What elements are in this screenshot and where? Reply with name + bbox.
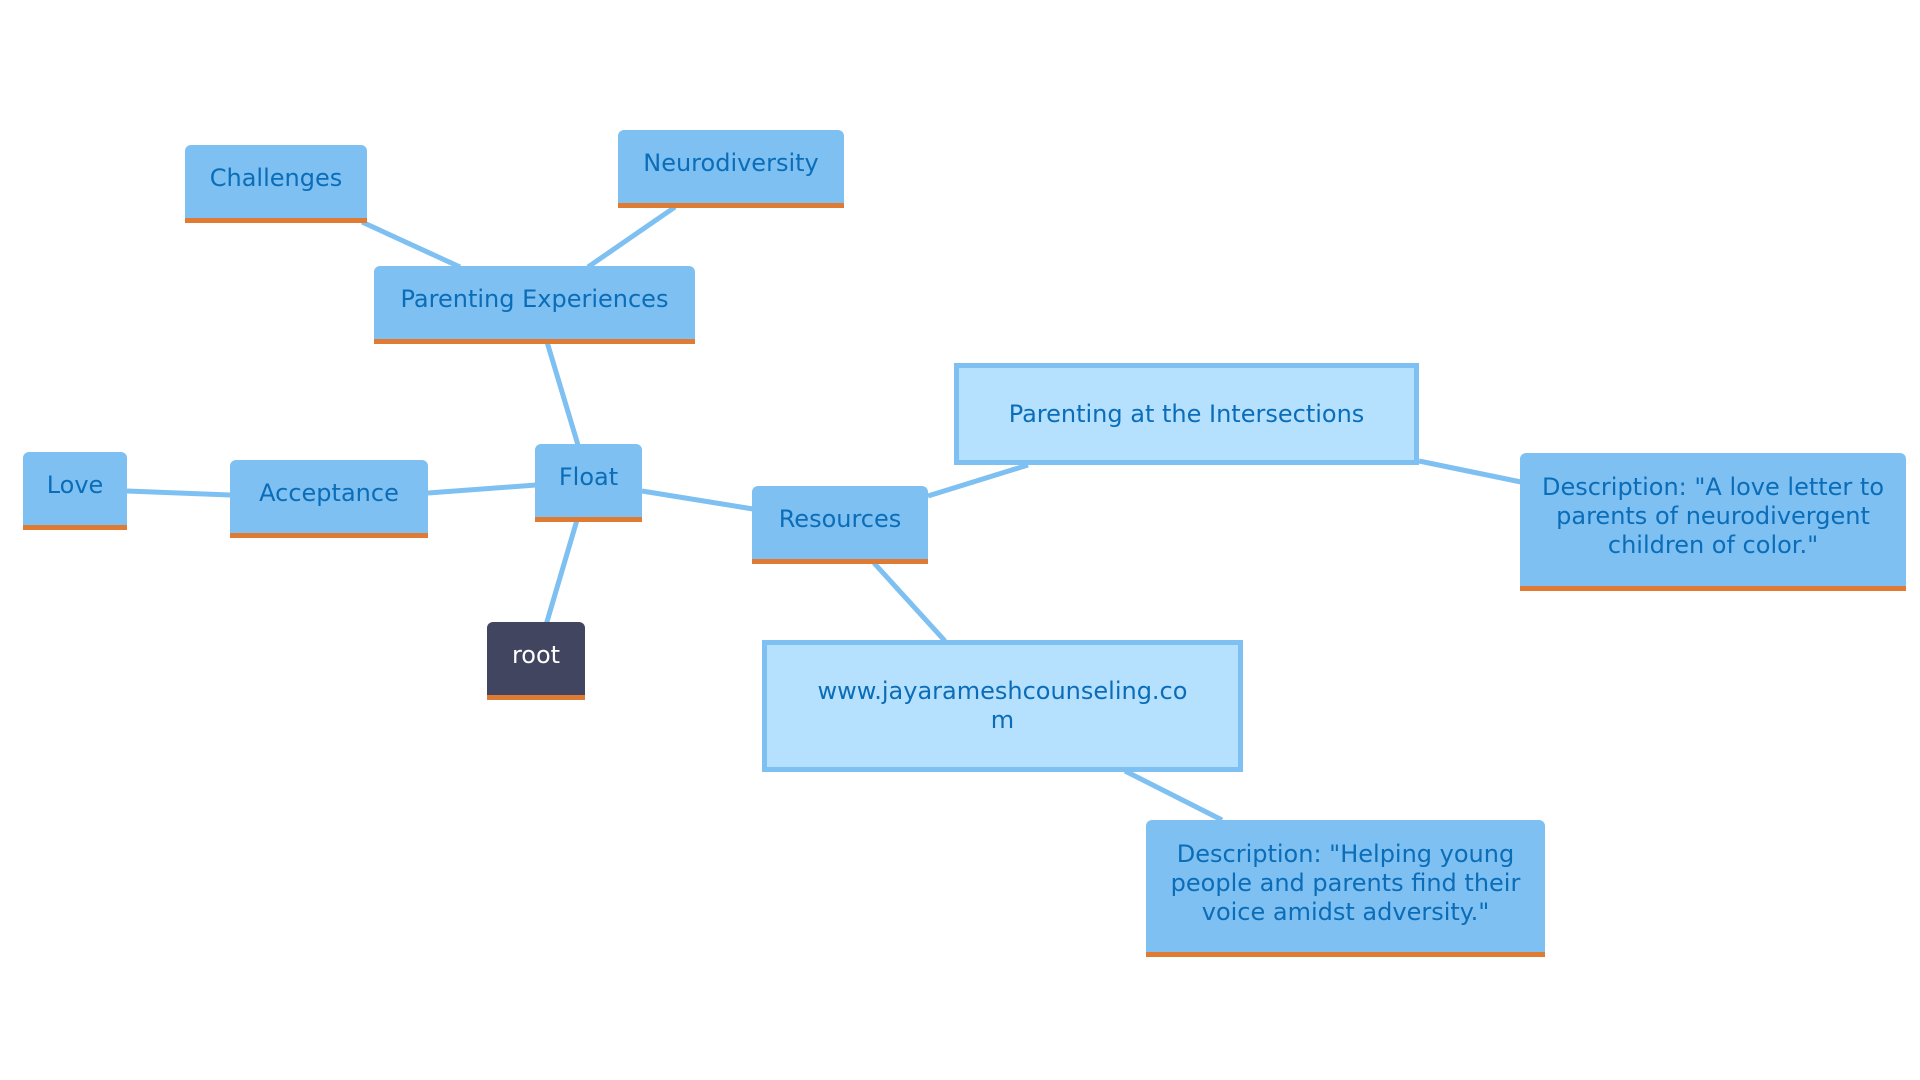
edge-resources-website <box>872 561 947 643</box>
node-label: Parenting at the Intersections <box>1008 399 1365 428</box>
edge-resources-intersections <box>927 462 1029 499</box>
edge-website-description <box>1123 768 1224 823</box>
edge-intersections-description <box>1418 458 1522 485</box>
node-label: Love <box>46 471 104 499</box>
node-parenting-experiences[interactable]: Parenting Experiences <box>374 266 695 344</box>
node-love[interactable]: Love <box>23 452 127 530</box>
node-label: Challenges <box>209 164 343 192</box>
node-label: Acceptance <box>259 479 399 507</box>
edge-float-parenting-experiences <box>544 341 581 446</box>
node-label: Neurodiversity <box>643 149 819 177</box>
edge-float-root <box>543 519 580 626</box>
node-acceptance[interactable]: Acceptance <box>230 460 428 538</box>
edge-parenting-experiences-challenges <box>360 219 462 270</box>
node-website[interactable]: www.jayarameshcounseling.com <box>762 640 1243 772</box>
node-label: root <box>511 641 561 669</box>
node-label: Description: "A love letter to parents o… <box>1541 473 1885 559</box>
node-label: Resources <box>778 505 902 533</box>
node-root[interactable]: root <box>487 622 585 700</box>
edge-float-resources <box>641 488 754 512</box>
node-description-website[interactable]: Description: "Helping young people and p… <box>1146 820 1545 957</box>
node-label: Parenting Experiences <box>400 285 669 313</box>
node-label: Description: "Helping young people and p… <box>1170 839 1521 926</box>
node-parenting-at-the-intersections[interactable]: Parenting at the Intersections <box>954 363 1419 465</box>
node-neurodiversity[interactable]: Neurodiversity <box>618 130 844 208</box>
node-resources[interactable]: Resources <box>752 486 928 564</box>
node-label: www.jayarameshcounseling.com <box>817 677 1188 734</box>
node-float[interactable]: Float <box>535 444 642 522</box>
edge-parenting-experiences-neurodiversity <box>586 204 677 270</box>
node-challenges[interactable]: Challenges <box>185 145 367 223</box>
node-label: Float <box>558 463 619 491</box>
edge-float-acceptance <box>427 482 537 496</box>
node-description-intersections[interactable]: Description: "A love letter to parents o… <box>1520 453 1906 591</box>
edge-acceptance-love <box>126 488 231 498</box>
